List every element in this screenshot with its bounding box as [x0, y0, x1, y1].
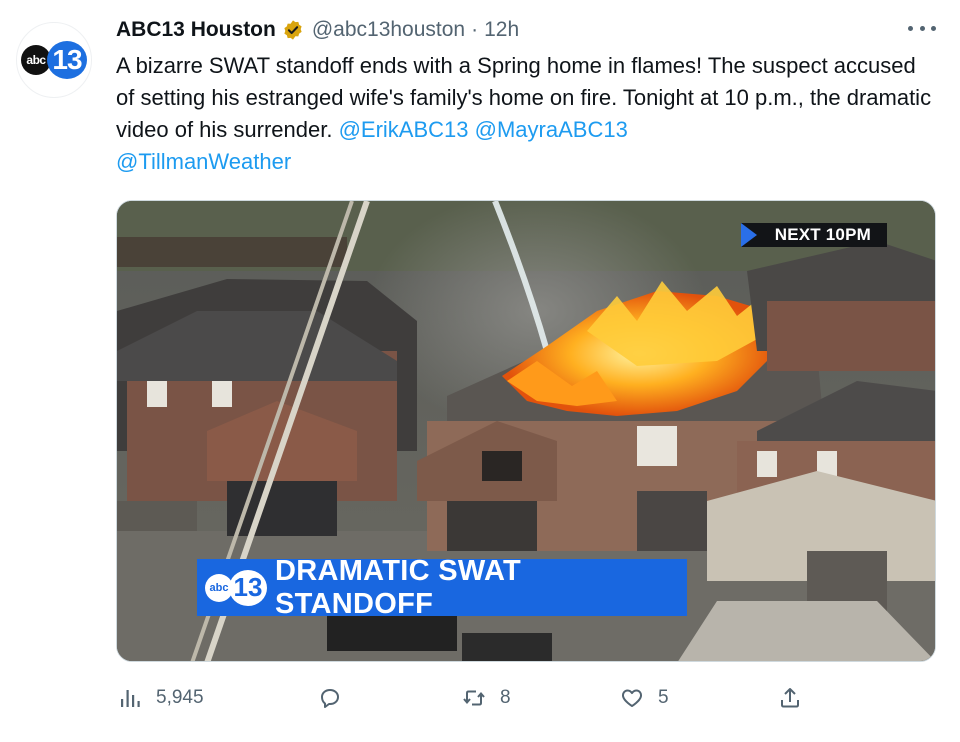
- lower-third-logo: abc 13: [205, 569, 267, 606]
- handle[interactable]: @abc13houston: [312, 18, 465, 42]
- more-icon[interactable]: [908, 18, 936, 38]
- views-icon: [121, 690, 140, 707]
- next-badge-label: NEXT 10PM: [774, 225, 871, 244]
- reply-button[interactable]: [318, 686, 356, 710]
- tweet-media[interactable]: NEXT 10PM abc 13 DRAMATIC SWAT STANDOFF: [116, 200, 936, 662]
- display-name[interactable]: ABC13 Houston: [116, 18, 276, 42]
- abc13-logo: abc 13: [21, 41, 87, 79]
- share-icon: [781, 688, 799, 708]
- like-count: 5: [658, 687, 669, 708]
- tweet-header: ABC13 Houston @abc13houston · 12h: [116, 16, 519, 44]
- tweet-actions: 5,945 8 5: [116, 680, 836, 716]
- logo-number: 13: [47, 41, 87, 79]
- reply-icon: [321, 689, 339, 708]
- mention-mayra[interactable]: @MayraABC13: [475, 117, 628, 142]
- lower-third-banner: abc 13 DRAMATIC SWAT STANDOFF: [197, 555, 687, 620]
- retweet-count: 8: [500, 687, 511, 708]
- mention-erik[interactable]: @ErikABC13: [339, 117, 469, 142]
- next-10pm-badge: NEXT 10PM: [740, 223, 887, 247]
- views-count: 5,945: [156, 687, 204, 708]
- tweet-text: A bizarre SWAT standoff ends with a Spri…: [116, 50, 936, 178]
- avatar[interactable]: abc 13: [16, 22, 92, 98]
- views-button[interactable]: 5,945: [118, 686, 204, 710]
- lower-third-logo-number: 13: [229, 569, 267, 606]
- share-button[interactable]: [778, 686, 802, 710]
- lower-third-text: DRAMATIC SWAT STANDOFF: [275, 554, 522, 620]
- mention-tillman[interactable]: @TillmanWeather: [116, 149, 291, 174]
- verified-badge-icon: [284, 20, 302, 40]
- retweet-icon: [463, 690, 485, 706]
- play-arrow-icon: [740, 223, 757, 247]
- like-button[interactable]: 5: [620, 686, 669, 710]
- like-icon: [622, 689, 642, 707]
- separator: ·: [471, 18, 479, 41]
- timestamp[interactable]: 12h: [484, 18, 519, 42]
- retweet-button[interactable]: 8: [462, 686, 511, 710]
